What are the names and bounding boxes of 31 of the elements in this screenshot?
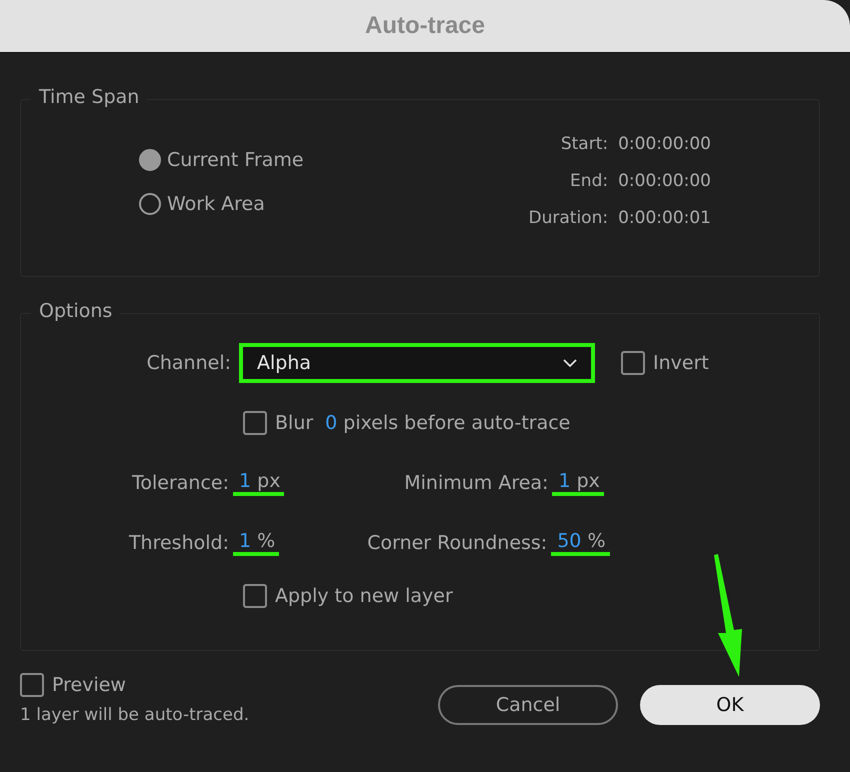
ok-button[interactable]: OK bbox=[640, 685, 820, 725]
field-label: Duration: bbox=[528, 208, 608, 228]
field-label: Channel: bbox=[146, 352, 231, 374]
field-label: Threshold: bbox=[128, 532, 229, 554]
window-title: Auto-trace bbox=[364, 12, 485, 40]
blur-value[interactable]: 0 bbox=[325, 412, 338, 434]
field-label: Tolerance: bbox=[130, 472, 229, 494]
field-label: Corner Roundness: bbox=[366, 532, 548, 554]
value-field[interactable]: 1 px bbox=[233, 470, 284, 496]
field-value: 0:00:00:00 bbox=[618, 134, 711, 154]
field-label: Start: bbox=[560, 134, 608, 154]
radio-option[interactable]: Current Frame bbox=[139, 149, 304, 171]
group-legend: Time Span bbox=[31, 86, 148, 108]
blur-checkbox[interactable]: Blur bbox=[243, 411, 314, 435]
field-value: 0:00:00:00 bbox=[618, 171, 711, 191]
cancel-button[interactable]: Cancel bbox=[438, 685, 618, 725]
field-value: 0:00:00:01 bbox=[618, 208, 711, 228]
field-label: End: bbox=[569, 171, 608, 191]
field-label: pixels before auto-trace bbox=[343, 412, 570, 434]
value-field[interactable]: 1 px bbox=[552, 470, 604, 496]
apply-checkbox[interactable]: Apply to new layer bbox=[243, 584, 453, 608]
value-field[interactable]: 50 % bbox=[551, 530, 610, 556]
channel-dropdown[interactable]: Alpha bbox=[239, 343, 595, 383]
radio-option[interactable]: Work Area bbox=[139, 193, 304, 215]
group-legend: Options bbox=[31, 300, 120, 322]
value-field[interactable]: 1 % bbox=[233, 530, 280, 556]
preview-checkbox[interactable]: Preview bbox=[20, 673, 250, 697]
status-text: 1 layer will be auto-traced. bbox=[20, 705, 250, 725]
invert-checkbox[interactable]: Invert bbox=[621, 351, 709, 375]
chevron-icon bbox=[563, 359, 577, 367]
field-label: Minimum Area: bbox=[403, 472, 548, 494]
